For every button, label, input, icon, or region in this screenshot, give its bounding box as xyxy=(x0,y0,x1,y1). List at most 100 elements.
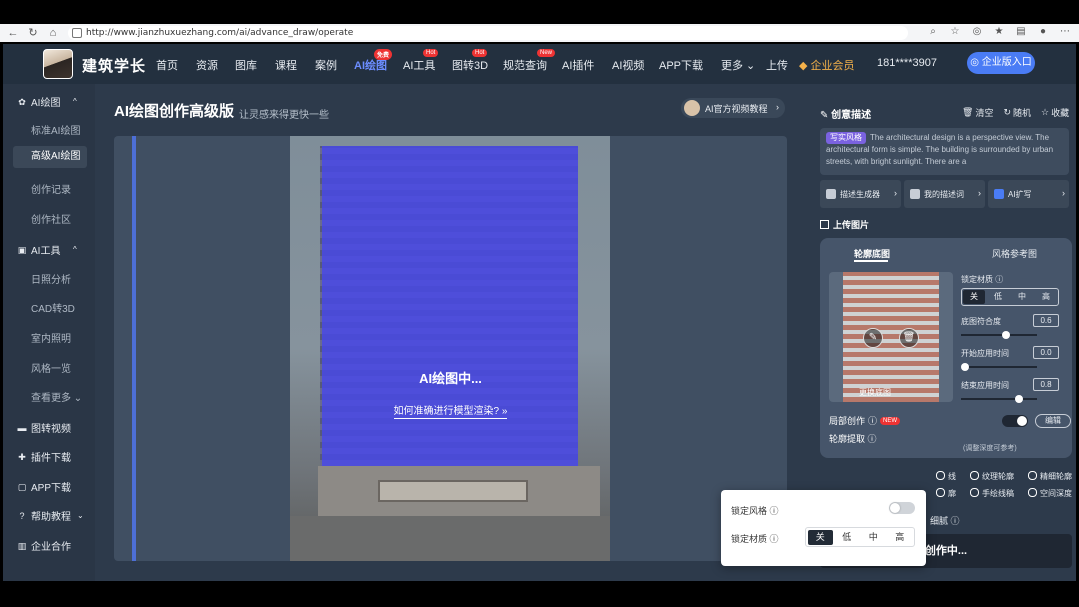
pop-seg-mid[interactable]: 中 xyxy=(861,530,886,545)
nav-more[interactable]: 更多 ⌄ xyxy=(721,57,755,73)
base-fit-slider[interactable] xyxy=(961,331,1037,339)
thumbnail-image xyxy=(843,272,939,402)
sidebar-item-cad-3d[interactable]: CAD转3D xyxy=(31,300,75,315)
prompt-textarea[interactable]: 写实风格 The architectural design is a perspe… xyxy=(820,128,1069,175)
base-fit-value[interactable]: 0.6 xyxy=(1033,314,1059,327)
edit-icon[interactable]: ✎ xyxy=(863,328,883,348)
sidebar-item-lighting[interactable]: 室内照明 xyxy=(31,330,71,345)
building-podium xyxy=(318,466,600,516)
menu-icon[interactable]: ⋯ xyxy=(1059,26,1071,37)
seg-low[interactable]: 低 xyxy=(987,290,1009,304)
sidebar-group-ai-draw[interactable]: ✿ AI绘图 ^ xyxy=(17,94,77,110)
brand-name[interactable]: 建筑学长 xyxy=(82,55,146,76)
popover-material-segment[interactable]: 关 低 中 高 xyxy=(805,527,915,547)
random-button[interactable]: ↻ 随机 xyxy=(1003,106,1031,119)
start-time-slider[interactable] xyxy=(961,363,1037,371)
profile-icon[interactable]: ● xyxy=(1037,26,1049,37)
collections-icon[interactable]: ▤ xyxy=(1015,26,1027,37)
nav-home[interactable]: 首页 xyxy=(156,57,178,73)
sidebar-group-ai-tools[interactable]: ▣ AI工具 ^ xyxy=(17,242,77,258)
nav-cases[interactable]: 案例 xyxy=(315,57,337,73)
end-time-value[interactable]: 0.8 xyxy=(1033,378,1059,391)
lock-style-toggle[interactable] xyxy=(889,502,915,514)
edit-button[interactable]: 编辑 xyxy=(1035,414,1071,428)
style-tag[interactable]: 写实风格 xyxy=(826,132,866,144)
radio-depth[interactable]: 空间深度 xyxy=(1028,488,1072,499)
logo-avatar[interactable] xyxy=(43,49,73,79)
nav-app-download[interactable]: APP下载 xyxy=(659,57,703,73)
tab-contour[interactable]: 轮廓底图 xyxy=(854,247,890,260)
radio-fine-contour[interactable]: 精细轮廓 xyxy=(1028,471,1072,482)
toolbox-icon: ▣ xyxy=(17,244,27,255)
sidebar-item-img-video[interactable]: ▬ 图转视频 xyxy=(17,420,72,436)
start-time-value[interactable]: 0.0 xyxy=(1033,346,1059,359)
pop-seg-low[interactable]: 低 xyxy=(835,530,860,545)
nav-code-search[interactable]: 规范查询 New xyxy=(503,49,556,73)
slider-knob[interactable] xyxy=(961,363,969,371)
ai-expand-button[interactable]: AI扩写 › xyxy=(988,180,1069,208)
extensions-icon[interactable]: ◎ xyxy=(971,26,983,37)
seg-off[interactable]: 关 xyxy=(963,290,985,304)
nav-ai-tools[interactable]: AI工具 Hot xyxy=(403,49,439,73)
radio-line[interactable]: 线 xyxy=(936,471,956,482)
nav-upload[interactable]: 上传 xyxy=(766,57,788,73)
star-icon[interactable]: ☆ xyxy=(949,26,961,37)
sidebar-item-cooperation[interactable]: ▥ 企业合作 xyxy=(17,538,71,554)
trash-icon[interactable]: 🗑 xyxy=(899,328,919,348)
nav-ai-video[interactable]: AI视频 xyxy=(612,57,644,73)
user-phone[interactable]: 181****3907 xyxy=(877,57,937,69)
nav-gallery[interactable]: 图库 xyxy=(235,57,257,73)
seg-high[interactable]: 高 xyxy=(1035,290,1057,304)
lock-material-segment[interactable]: 关 低 中 高 xyxy=(961,288,1059,306)
sidebar-item-more[interactable]: 查看更多 ⌄ xyxy=(31,389,82,404)
nav-badge: 免费 xyxy=(374,49,393,60)
nav-courses[interactable]: 课程 xyxy=(275,57,297,73)
zoom-icon[interactable]: ⌕ xyxy=(927,26,939,37)
my-prompts-button[interactable]: 我的描述词 › xyxy=(904,180,985,208)
new-badge: NEW xyxy=(880,416,901,425)
address-bar[interactable]: http://www.jianzhuxuezhang.com/ai/advanc… xyxy=(68,26,908,40)
sidebar-item-app[interactable]: ▢ APP下载 xyxy=(17,479,71,495)
nav-badge: New xyxy=(537,49,556,57)
sidebar-item-standard-ai[interactable]: 标准AI绘图 xyxy=(31,122,80,137)
nav-resources[interactable]: 资源 xyxy=(196,57,218,73)
slider-knob[interactable] xyxy=(1001,331,1010,339)
sidebar-item-plugin[interactable]: ✚ 插件下载 xyxy=(17,449,71,465)
back-icon[interactable]: ← xyxy=(6,26,20,40)
clear-button[interactable]: 🗑 清空 xyxy=(962,106,993,119)
seg-mid[interactable]: 中 xyxy=(1011,290,1033,304)
sidebar-item-help[interactable]: ? 帮助教程 ⌄ xyxy=(17,508,83,524)
nav-ai-draw[interactable]: AI绘图 免费 xyxy=(354,49,393,73)
sidebar-item-styles[interactable]: 风格一览 xyxy=(31,360,71,375)
upload-card: 轮廓底图 风格参考图 ✎ 🗑 更换底图 锁定材质 ⓘ 关 低 中 高 底图符合度… xyxy=(820,238,1072,458)
refresh-icon[interactable]: ↻ xyxy=(26,26,40,40)
replace-base-link[interactable]: 更换底图 xyxy=(859,387,891,398)
radio-outline[interactable]: 廓 xyxy=(936,488,956,499)
favorites-icon[interactable]: ★ xyxy=(993,26,1005,37)
home-icon[interactable]: ⌂ xyxy=(46,26,60,40)
sidebar-item-advanced-ai[interactable]: 高级AI绘图 xyxy=(13,146,87,168)
pop-seg-off[interactable]: 关 xyxy=(808,529,833,545)
sidebar-item-history[interactable]: 创作记录 xyxy=(31,181,71,196)
local-create-toggle[interactable] xyxy=(1002,415,1028,427)
render-help-link[interactable]: 如何准确进行模型渲染? » xyxy=(114,402,787,419)
base-thumbnail[interactable]: ✎ 🗑 更换底图 xyxy=(829,272,953,402)
nav-ai-plugin[interactable]: AI插件 xyxy=(562,57,594,73)
prompt-generator-button[interactable]: 描述生成器 › xyxy=(820,180,901,208)
enterprise-button[interactable]: ◎ 企业版入口 xyxy=(967,52,1035,74)
video-icon: ▬ xyxy=(17,422,27,433)
end-time-slider[interactable] xyxy=(961,395,1037,403)
radio-sketch[interactable]: 手绘线稿 xyxy=(970,488,1014,499)
radio-texture[interactable]: 纹理轮廓 xyxy=(970,471,1014,482)
favorite-button[interactable]: ☆ 收藏 xyxy=(1041,106,1069,119)
tutorial-button[interactable]: AI官方视频教程 › xyxy=(681,98,785,118)
sidebar-item-community[interactable]: 创作社区 xyxy=(31,211,71,226)
pop-seg-high[interactable]: 高 xyxy=(888,530,913,545)
nav-img-to-3d[interactable]: 图转3D Hot xyxy=(452,49,488,73)
slider-knob[interactable] xyxy=(1015,395,1024,403)
vip-link[interactable]: ◆ 企业会员 xyxy=(799,57,855,73)
canvas-scrollbar[interactable] xyxy=(132,136,136,561)
render-canvas[interactable]: AI绘图中... 如何准确进行模型渲染? » xyxy=(114,136,787,561)
sidebar-item-sunlight[interactable]: 日照分析 xyxy=(31,271,71,286)
tab-style-ref[interactable]: 风格参考图 xyxy=(992,247,1037,260)
